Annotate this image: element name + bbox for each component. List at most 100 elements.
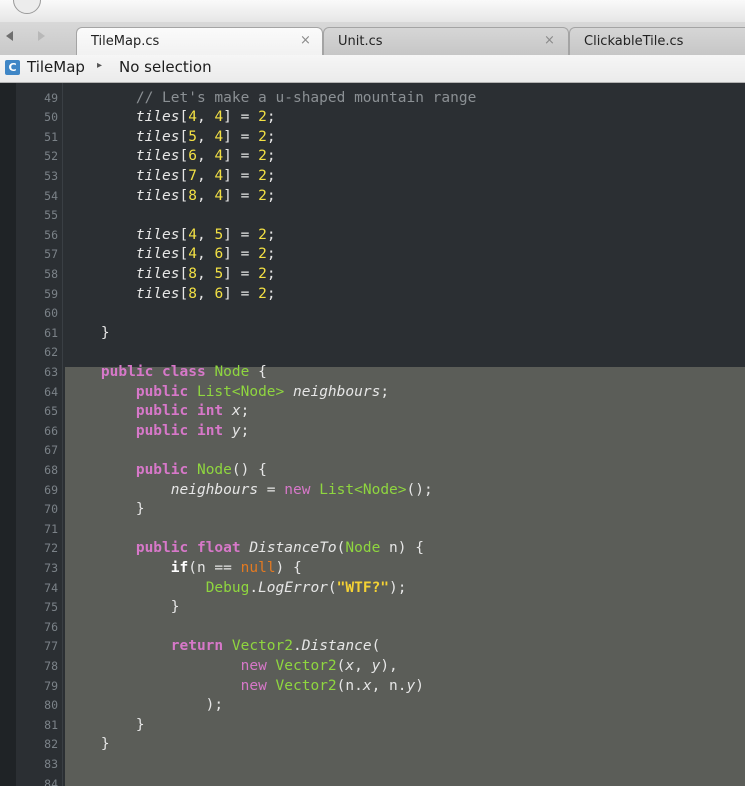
code-token: [ <box>179 226 189 243</box>
code-token: ; <box>266 266 276 282</box>
code-line[interactable]: 58 tiles[8, 5] = 2; <box>0 264 745 284</box>
code-text: tiles[4, 4] = 2; <box>66 107 276 127</box>
line-number: 51 <box>44 129 58 144</box>
code-token: DistanceTo <box>249 540 337 557</box>
code-token: ) { <box>275 560 302 576</box>
tab-clickabletile[interactable]: ClickableTile.cs <box>569 27 745 55</box>
code-line[interactable]: 79 new Vector2(n.x, n.y) <box>0 676 745 696</box>
code-line[interactable]: 57 tiles[4, 6] = 2; <box>0 244 745 264</box>
code-line[interactable]: 84 <box>0 774 745 786</box>
code-token: , n. <box>371 677 407 694</box>
code-token: [ <box>179 168 189 184</box>
line-number: 83 <box>44 757 58 771</box>
code-token: 2 <box>258 246 267 263</box>
code-line[interactable]: 55 <box>0 205 745 225</box>
code-line[interactable]: 65 public int x; <box>0 401 745 421</box>
code-token: ); <box>389 579 407 596</box>
tab-unit[interactable]: Unit.cs × <box>323 27 569 55</box>
code-line[interactable]: 78 new Vector2(x, y), <box>0 656 745 676</box>
code-token: ; <box>266 187 276 204</box>
code-line[interactable]: 72 public float DistanceTo(Node n) { <box>0 538 745 558</box>
line-number: 58 <box>44 267 58 281</box>
code-line[interactable]: 73 if(n == null) { <box>0 558 745 578</box>
close-icon[interactable]: × <box>544 33 555 48</box>
code-text: tiles[8, 6] = 2; <box>66 284 276 304</box>
code-token: int <box>196 403 224 420</box>
code-line[interactable]: 51 tiles[5, 4] = 2; <box>0 127 745 147</box>
line-number: 74 <box>44 580 58 595</box>
code-line[interactable]: 52 tiles[6, 4] = 2; <box>0 146 745 166</box>
code-token: ); <box>66 697 224 714</box>
code-token: ), <box>380 658 398 674</box>
code-token: x <box>231 403 241 420</box>
code-line[interactable]: 76 <box>0 617 745 637</box>
code-token: 2 <box>258 266 267 282</box>
code-token: Vector2 <box>275 658 337 674</box>
code-line[interactable]: 61 } <box>0 323 745 343</box>
code-token: . <box>293 638 302 655</box>
code-text: public List<Node> neighbours; <box>66 382 389 402</box>
code-line[interactable]: 80 ); <box>0 695 745 715</box>
code-token: ; <box>266 128 276 145</box>
code-line[interactable]: 54 tiles[8, 4] = 2; <box>0 186 745 206</box>
code-line[interactable]: 56 tiles[4, 5] = 2; <box>0 225 745 245</box>
line-number: 70 <box>44 502 58 517</box>
code-token: Vector2 <box>275 677 337 694</box>
code-line[interactable]: 66 public int y; <box>0 421 745 441</box>
line-number: 79 <box>44 678 58 693</box>
code-line[interactable]: 83 <box>0 754 745 774</box>
code-token: { <box>249 364 267 380</box>
line-number: 75 <box>44 600 58 615</box>
code-token: Debug <box>205 579 250 596</box>
code-token: return <box>170 638 224 655</box>
code-line[interactable]: 77 return Vector2.Distance( <box>0 636 745 656</box>
code-token: ; <box>266 246 276 263</box>
code-line[interactable]: 69 neighbours = new List<Node>(); <box>0 480 745 500</box>
code-token: 6 <box>214 285 224 302</box>
code-line[interactable]: 81 } <box>0 715 745 735</box>
code-line[interactable]: 50 tiles[4, 4] = 2; <box>0 107 745 127</box>
code-line[interactable]: 59 tiles[8, 6] = 2; <box>0 284 745 304</box>
code-editor[interactable]: 4849 // Let's make a u-shaped mountain r… <box>0 83 745 786</box>
code-line[interactable]: 71 <box>0 519 745 539</box>
code-token: = <box>258 481 285 498</box>
back-arrow-icon[interactable] <box>6 29 20 43</box>
code-line[interactable]: 63 public class Node { <box>0 362 745 382</box>
code-token: [ <box>179 266 189 282</box>
code-token: tiles <box>135 226 180 243</box>
code-token: Node <box>214 364 250 380</box>
code-line[interactable]: 82 } <box>0 734 745 754</box>
breadcrumb-class[interactable]: TileMap <box>27 58 85 76</box>
code-token: x <box>345 658 355 674</box>
code-line[interactable]: 64 public List<Node> neighbours; <box>0 382 745 402</box>
code-line[interactable]: 70 } <box>0 499 745 519</box>
code-line[interactable]: 75 } <box>0 597 745 617</box>
tab-tilemap[interactable]: TileMap.cs × <box>76 27 323 56</box>
line-number: 77 <box>44 639 58 654</box>
forward-arrow-icon[interactable] <box>38 29 52 43</box>
class-c-icon: C <box>5 60 20 75</box>
line-number: 80 <box>44 698 58 713</box>
code-text: public int x; <box>66 401 250 421</box>
code-line[interactable]: 60 <box>0 303 745 323</box>
code-line[interactable]: 74 Debug.LogError("WTF?"); <box>0 578 745 598</box>
line-number: 67 <box>44 443 58 458</box>
code-line[interactable]: 53 tiles[7, 4] = 2; <box>0 166 745 186</box>
code-line[interactable]: 49 // Let's make a u-shaped mountain ran… <box>0 88 745 108</box>
breadcrumb-member[interactable]: No selection <box>119 58 212 76</box>
code-token: 4 <box>188 226 197 243</box>
close-icon[interactable]: × <box>300 33 311 48</box>
code-line[interactable]: 68 public Node() { <box>0 460 745 480</box>
window-control-circle[interactable] <box>13 0 41 14</box>
code-line[interactable]: 67 <box>0 440 745 460</box>
code-line[interactable]: 62 <box>0 342 745 362</box>
